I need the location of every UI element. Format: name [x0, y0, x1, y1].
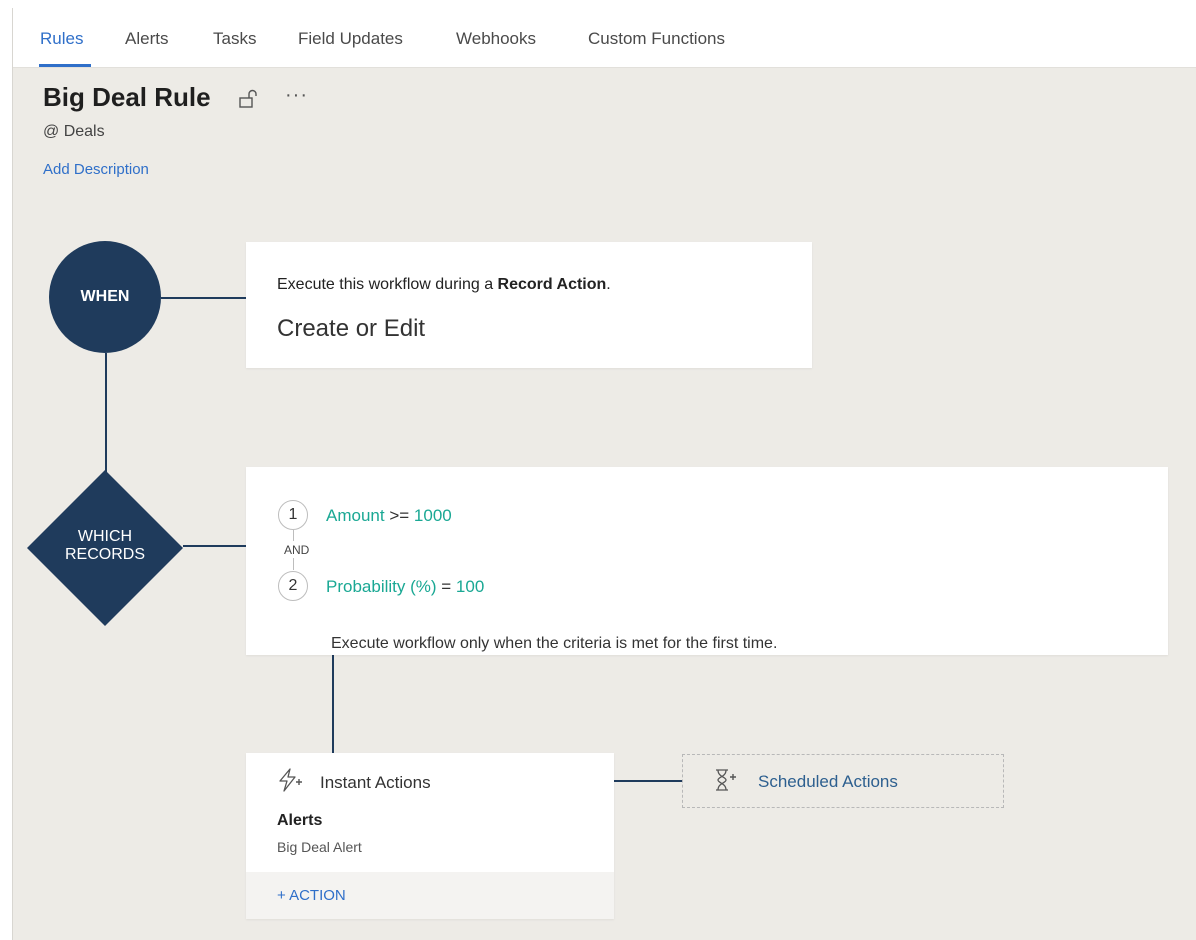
criteria-field-1: Amount: [326, 506, 385, 525]
hourglass-plus-icon: [716, 769, 736, 791]
rule-title: Big Deal Rule: [43, 82, 211, 112]
record-action-card[interactable]: Execute this workflow during a Record Ac…: [246, 242, 812, 368]
lightning-plus-icon: [279, 768, 302, 792]
unlock-icon[interactable]: [238, 88, 260, 110]
criteria-row-2: Probability (%) = 100: [326, 577, 484, 597]
criteria-value-2: 100: [455, 577, 485, 596]
criteria-connector: [293, 530, 294, 541]
which-records-label: WHICH RECORDS: [27, 528, 183, 564]
scheduled-actions-button[interactable]: Scheduled Actions: [682, 754, 1004, 808]
action-footer: + ACTION: [246, 872, 614, 919]
tab-bar: Rules Alerts Tasks Field Updates Webhook…: [13, 8, 1196, 68]
add-description-link[interactable]: Add Description: [43, 161, 149, 178]
sentence-bold: Record Action: [497, 276, 607, 293]
active-tab-indicator: [39, 64, 91, 67]
which-label-line1: WHICH: [77, 528, 133, 545]
instant-actions-title: Instant Actions: [320, 773, 431, 792]
criteria-join-label: AND: [284, 543, 310, 557]
more-options-icon[interactable]: ···: [285, 84, 308, 107]
criteria-note: Execute workflow only when the criteria …: [331, 635, 778, 652]
criteria-number-2: 2: [278, 571, 308, 601]
tab-webhooks[interactable]: Webhooks: [456, 29, 536, 49]
tab-tasks[interactable]: Tasks: [213, 29, 256, 49]
instant-actions-card: Instant Actions Alerts Big Deal Alert + …: [246, 753, 614, 919]
when-which-connector: [105, 353, 107, 473]
sentence-prefix: Execute this workflow during a: [277, 276, 498, 293]
record-action-sentence: Execute this workflow during a Record Ac…: [277, 276, 611, 294]
scheduled-actions-label: Scheduled Actions: [758, 772, 898, 791]
when-connector: [161, 297, 246, 299]
criteria-row-1: Amount >= 1000: [326, 506, 452, 526]
add-action-button[interactable]: + ACTION: [277, 887, 346, 904]
which-label-line2: RECORDS: [64, 546, 145, 563]
criteria-value-1: 1000: [413, 506, 452, 525]
record-action-value: Create or Edit: [277, 315, 426, 342]
criteria-operator-2: =: [436, 577, 456, 596]
instant-scheduled-connector: [614, 780, 682, 782]
criteria-field-2: Probability (%): [326, 577, 437, 596]
tab-field-updates[interactable]: Field Updates: [298, 29, 403, 49]
alert-item[interactable]: Big Deal Alert: [277, 839, 362, 855]
tab-alerts[interactable]: Alerts: [125, 29, 168, 49]
criteria-connector: [293, 558, 294, 570]
which-actions-connector: [332, 655, 334, 753]
which-connector: [183, 545, 246, 547]
criteria-number-1: 1: [278, 500, 308, 530]
rule-module: @ Deals: [43, 123, 105, 140]
alerts-group-label: Alerts: [277, 812, 323, 829]
criteria-operator-1: >=: [384, 506, 414, 525]
tab-custom-functions[interactable]: Custom Functions: [588, 29, 725, 49]
when-node: WHEN: [49, 241, 161, 353]
tab-rules[interactable]: Rules: [40, 29, 83, 49]
sentence-suffix: .: [606, 276, 611, 293]
criteria-card[interactable]: 1 Amount >= 1000 AND 2 Probability (%) =…: [246, 467, 1168, 655]
workflow-frame: Rules Alerts Tasks Field Updates Webhook…: [12, 8, 1196, 940]
